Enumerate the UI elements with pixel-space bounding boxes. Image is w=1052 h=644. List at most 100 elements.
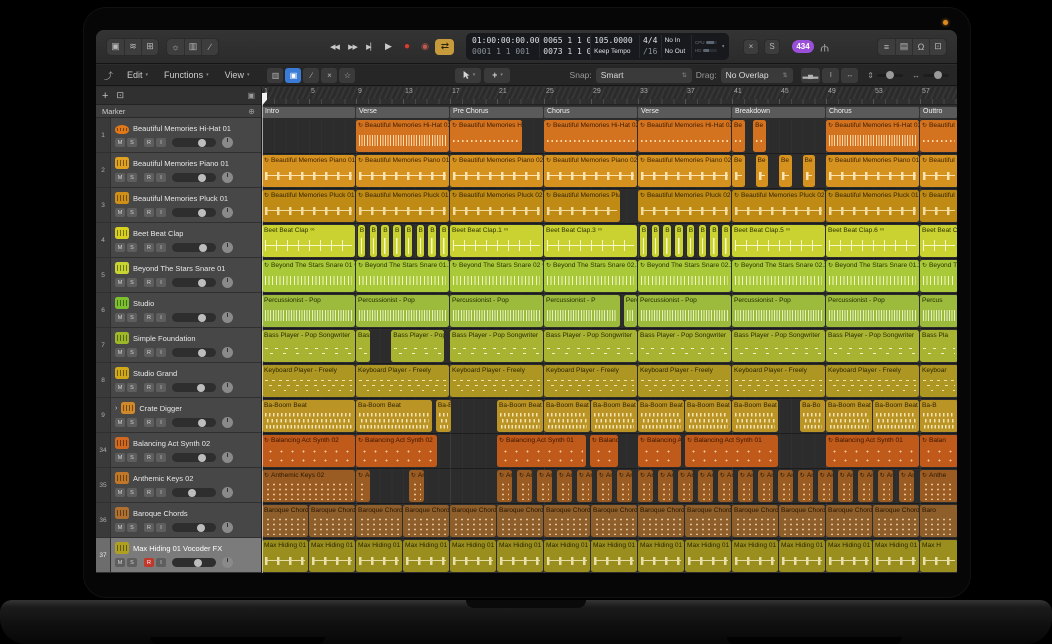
region[interactable]: B: [393, 225, 401, 258]
region[interactable]: Baroque Chords: [732, 505, 778, 538]
mute-button[interactable]: M: [115, 313, 125, 322]
region[interactable]: Percussionist - P: [544, 295, 620, 328]
volume-slider[interactable]: [172, 348, 216, 357]
pan-knob[interactable]: [222, 277, 233, 288]
track-header[interactable]: 2Beautiful Memories Piano 01MSRI: [96, 153, 261, 188]
region[interactable]: ↻Anthe: [718, 470, 733, 503]
volume-slider[interactable]: [172, 558, 216, 567]
marker-lane-header[interactable]: Marker ⊕: [96, 105, 261, 118]
input-monitor-button[interactable]: I: [156, 418, 166, 427]
region[interactable]: ↻Beautiful Memories Pluck 02: [544, 190, 620, 223]
note-pads-icon[interactable]: ▤: [895, 39, 912, 55]
pointer-tool-menu[interactable]: ▾: [455, 68, 481, 83]
region[interactable]: ↻Beautiful Memories Piano 02: [544, 155, 637, 188]
record-enable-button[interactable]: R: [144, 313, 154, 322]
region[interactable]: ↻Beautiful Memories Hi-Hat 02.1: [544, 120, 637, 153]
region[interactable]: ↻Beautiful Memories Pluck 02: [450, 190, 543, 223]
horizontal-auto-zoom-button[interactable]: ↔: [841, 68, 858, 83]
add-track-button[interactable]: +: [102, 90, 108, 102]
functions-menu[interactable]: Functions▾: [158, 68, 215, 82]
track-lane[interactable]: Keyboard Player - FreelyKeyboard Player …: [262, 364, 957, 399]
region[interactable]: ↻Anthemic Keys 02: [262, 470, 355, 503]
region[interactable]: ↻Anthe: [557, 470, 572, 503]
solo-mode-button[interactable]: S: [764, 39, 780, 55]
cycle-button[interactable]: ⇄: [435, 39, 454, 55]
region[interactable]: ↻Anthe: [858, 470, 873, 503]
region[interactable]: B: [640, 225, 648, 258]
volume-slider[interactable]: [172, 523, 216, 532]
region[interactable]: B: [710, 225, 718, 258]
input-monitor-button[interactable]: I: [156, 453, 166, 462]
region[interactable]: B: [663, 225, 671, 258]
vertical-zoom-slider[interactable]: ⇕: [867, 71, 903, 80]
track-header[interactable]: 1Beautiful Memories Hi-Hat 01MSRI: [96, 118, 261, 153]
region[interactable]: ↻Anthe: [778, 470, 793, 503]
track-lane[interactable]: ↻Anthemic Keys 02↻Anthe↻Anthe↻Anthe↻Anth…: [262, 469, 957, 504]
region[interactable]: Percussionist - Pop: [450, 295, 543, 328]
region[interactable]: ↻Anthe: [899, 470, 914, 503]
region[interactable]: Baroque Chords: [873, 505, 919, 538]
solo-button[interactable]: S: [127, 208, 137, 217]
region[interactable]: Be: [732, 120, 745, 153]
region[interactable]: ↻Anthe: [658, 470, 673, 503]
record-enable-button[interactable]: R: [144, 278, 154, 287]
region[interactable]: ↻Beyond The Stars Snare 01.2: [826, 260, 919, 293]
region[interactable]: ↻Beautiful Memories Piano 01.2: [826, 155, 919, 188]
tuner-icon[interactable]: Ψ: [820, 41, 829, 53]
region[interactable]: Baroque Chords: [685, 505, 731, 538]
mute-button[interactable]: M: [115, 523, 125, 532]
region[interactable]: ↻Anthe: [356, 470, 370, 503]
flex-button[interactable]: ×: [321, 68, 337, 83]
browsers-icon[interactable]: ⊡: [929, 39, 946, 55]
solo-button[interactable]: S: [127, 348, 137, 357]
region[interactable]: ↻Anthe: [698, 470, 713, 503]
add-region-icon[interactable]: ⊞: [141, 39, 158, 55]
mute-button[interactable]: M: [115, 173, 125, 182]
region[interactable]: B: [675, 225, 683, 258]
stop-button[interactable]: ▶▏: [363, 39, 378, 55]
loop-browser-icon[interactable]: Ω: [912, 39, 929, 55]
pan-knob[interactable]: [222, 557, 233, 568]
pan-knob[interactable]: [222, 207, 233, 218]
input-monitor-button[interactable]: I: [156, 278, 166, 287]
region[interactable]: Bass Player - Pop Songwriter: [450, 330, 543, 363]
region[interactable]: Percussionist - Pop: [356, 295, 449, 328]
region[interactable]: Max Hiding 01 V: [685, 540, 731, 573]
pan-knob[interactable]: [222, 452, 233, 463]
input-monitor-button[interactable]: I: [156, 243, 166, 252]
region[interactable]: B: [652, 225, 660, 258]
region[interactable]: Bass Player - Pop Songwriter: [732, 330, 825, 363]
track-header[interactable]: 34Balancing Act Synth 02MSRI: [96, 433, 261, 468]
mute-button[interactable]: M: [115, 138, 125, 147]
mute-button[interactable]: M: [115, 278, 125, 287]
region[interactable]: ↻Balancing Act: [638, 435, 681, 468]
solo-button[interactable]: S: [127, 453, 137, 462]
track-lane[interactable]: ↻Beyond The Stars Snare 01∞↻Beyond The S…: [262, 259, 957, 294]
region[interactable]: Bass Player - Pop Songwriter: [638, 330, 731, 363]
region[interactable]: Baro: [920, 505, 957, 538]
section-marker[interactable]: Verse: [638, 107, 731, 118]
solo-button[interactable]: S: [127, 313, 137, 322]
input-monitor-button[interactable]: I: [156, 523, 166, 532]
region[interactable]: Keyboard Player - Freely: [732, 365, 825, 398]
record-enable-button[interactable]: R: [144, 418, 154, 427]
input-monitor-button[interactable]: I: [156, 348, 166, 357]
region[interactable]: Percus: [920, 295, 957, 328]
pan-knob[interactable]: [222, 417, 233, 428]
region[interactable]: B: [699, 225, 707, 258]
section-marker[interactable]: Outtro: [920, 107, 957, 118]
record-enable-button[interactable]: R: [144, 383, 154, 392]
mute-button[interactable]: M: [115, 208, 125, 217]
region[interactable]: Baroque Chords: [591, 505, 637, 538]
track-stack-button[interactable]: ☆: [339, 68, 355, 83]
track-list-options-button[interactable]: ▣: [247, 91, 255, 100]
replace-mode-button[interactable]: ×: [743, 39, 759, 55]
volume-slider[interactable]: [172, 138, 216, 147]
region[interactable]: Ba-Boom Beat: [826, 400, 872, 433]
track-lane[interactable]: ↻Beautiful Memories Piano 01↻Beautiful M…: [262, 154, 957, 189]
volume-slider[interactable]: [172, 243, 216, 252]
region[interactable]: ↻Anthe: [758, 470, 773, 503]
track-header[interactable]: 35Anthemic Keys 02MSRI: [96, 468, 261, 503]
track-header[interactable]: 5Beyond The Stars Snare 01MSRI: [96, 258, 261, 293]
solo-button[interactable]: S: [127, 523, 137, 532]
